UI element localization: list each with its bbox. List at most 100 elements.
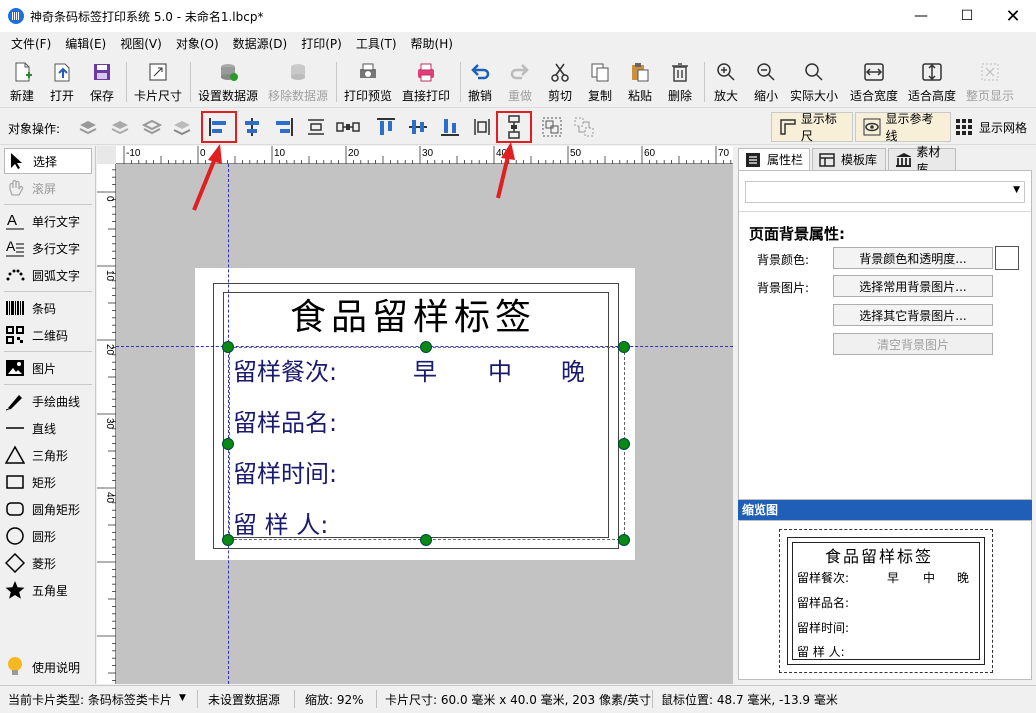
show-grid-toggle[interactable]: 显示网格	[955, 118, 1027, 136]
label-food-name-row[interactable]: 留样品名:	[233, 403, 337, 438]
bg-color-swatch[interactable]	[995, 246, 1019, 270]
database-remove-icon	[286, 60, 310, 84]
tool-circle[interactable]: 圆形	[4, 523, 92, 549]
tool-star[interactable]: 五角星	[4, 577, 92, 603]
direct-print-button[interactable]: 直接打印	[402, 60, 450, 106]
full-page-button[interactable]: 整页显示	[966, 60, 1014, 106]
paste-button[interactable]: 粘贴	[628, 60, 652, 106]
minimize-button[interactable]: —	[898, 0, 944, 32]
card-type-dropdown-icon[interactable]: ▼	[179, 693, 186, 703]
tool-qrcode[interactable]: 二维码	[4, 322, 92, 348]
show-guides-toggle[interactable]: 显示参考线	[855, 112, 951, 143]
menu-object[interactable]: 对象(O)	[169, 32, 226, 56]
print-preview-button[interactable]: 打印预览	[344, 60, 392, 106]
resize-handle-top-left[interactable]	[222, 341, 234, 353]
bring-forward-icon[interactable]	[108, 115, 132, 139]
bg-common-image-button[interactable]: 选择常用背景图片...	[833, 275, 993, 297]
align-middle-icon[interactable]	[406, 115, 430, 139]
resize-handle-bottom-left[interactable]	[222, 534, 234, 546]
tool-triangle[interactable]: 三角形	[4, 442, 92, 468]
design-canvas[interactable]: 食品留样标签 留样餐次: 早 中 晚 留样品名: 留样时间: 留 样 人:	[116, 164, 733, 684]
scissors-icon	[548, 60, 572, 84]
tool-select[interactable]: 选择	[4, 148, 92, 174]
label-person-row[interactable]: 留 样 人:	[233, 505, 328, 540]
resize-handle-bottom-right[interactable]	[618, 534, 630, 546]
menu-datasource[interactable]: 数据源(D)	[226, 32, 295, 56]
set-datasource-button[interactable]: 设置数据源	[198, 60, 258, 106]
menu-help[interactable]: 帮助(H)	[404, 32, 460, 56]
tool-round-rect[interactable]: 圆角矩形	[4, 496, 92, 522]
properties-pane: ▼ 页面背景属性: 背景颜色: 背景颜色和透明度... 背景图片: 选择常用背景…	[738, 170, 1032, 500]
app-icon	[8, 8, 24, 24]
menu-edit[interactable]: 编辑(E)	[58, 32, 113, 56]
label-meal-breakfast[interactable]: 早	[413, 352, 437, 387]
ruler-icon	[780, 119, 796, 135]
delete-button[interactable]: 删除	[668, 60, 692, 106]
resize-handle-bottom[interactable]	[420, 534, 432, 546]
send-backward-icon[interactable]	[140, 115, 164, 139]
align-bottom-icon[interactable]	[438, 115, 462, 139]
tool-line[interactable]: 直线	[4, 415, 92, 441]
card-size-button[interactable]: 卡片尺寸	[134, 60, 182, 106]
align-top-icon[interactable]	[374, 115, 398, 139]
resize-handle-top[interactable]	[420, 341, 432, 353]
same-spacing-icon[interactable]	[336, 115, 360, 139]
vertical-guide-line[interactable]	[228, 164, 229, 684]
menu-file[interactable]: 文件(F)	[4, 32, 58, 56]
label-title[interactable]: 食品留样标签	[290, 288, 536, 340]
align-right-icon[interactable]	[272, 115, 296, 139]
show-ruler-toggle[interactable]: 显示标尺	[771, 112, 853, 143]
tab-templates[interactable]: 模板库	[812, 148, 886, 170]
open-button[interactable]: 打开	[50, 60, 74, 106]
distribute-horizontal-icon[interactable]	[304, 115, 328, 139]
new-button[interactable]: 新建	[10, 60, 34, 106]
label-meal-lunch[interactable]: 中	[488, 352, 512, 387]
group-icon[interactable]	[540, 115, 564, 139]
fit-height-icon	[920, 60, 944, 84]
bg-color-button[interactable]: 背景颜色和透明度...	[833, 247, 993, 269]
label-meal-dinner[interactable]: 晚	[561, 352, 585, 387]
bg-clear-image-button[interactable]: 清空背景图片	[833, 333, 993, 355]
menu-print[interactable]: 打印(P)	[294, 32, 349, 56]
bg-image-label: 背景图片:	[757, 281, 810, 295]
tool-scroll[interactable]: 滚屏	[4, 175, 92, 201]
ungroup-icon[interactable]	[572, 115, 596, 139]
tool-rectangle[interactable]: 矩形	[4, 469, 92, 495]
fit-height-button[interactable]: 适合高度	[908, 60, 956, 106]
redo-button[interactable]: 重做	[508, 60, 532, 106]
bring-front-icon[interactable]	[76, 115, 100, 139]
bg-other-image-button[interactable]: 选择其它背景图片...	[833, 304, 993, 326]
tool-freehand[interactable]: 手绘曲线	[4, 388, 92, 414]
menu-view[interactable]: 视图(V)	[113, 32, 169, 56]
tool-arc-text[interactable]: 圆弧文字	[4, 262, 92, 288]
tool-help[interactable]: 使用说明	[4, 654, 92, 680]
tool-diamond[interactable]: 菱形	[4, 550, 92, 576]
fit-width-button[interactable]: 适合宽度	[850, 60, 898, 106]
object-selector[interactable]: ▼	[745, 181, 1025, 203]
h-ruler-label: 70	[718, 148, 730, 159]
zoom-out-button[interactable]: 缩小	[754, 60, 778, 106]
tool-barcode[interactable]: 条码	[4, 295, 92, 321]
resize-handle-top-right[interactable]	[618, 341, 630, 353]
tool-single-text[interactable]: A 单行文字	[4, 208, 92, 234]
maximize-button[interactable]: ☐	[944, 0, 990, 32]
h-ruler-label: -10	[126, 148, 141, 159]
resize-handle-left[interactable]	[222, 438, 234, 450]
undo-button[interactable]: 撤销	[468, 60, 492, 106]
menu-tools[interactable]: 工具(T)	[349, 32, 404, 56]
status-card-type[interactable]: 当前卡片类型: 条码标签类卡片	[8, 691, 172, 708]
label-time-row[interactable]: 留样时间:	[233, 454, 337, 489]
actual-size-button[interactable]: 实际大小	[790, 60, 838, 106]
copy-button[interactable]: 复制	[588, 60, 612, 106]
tool-image[interactable]: 图片	[4, 355, 92, 381]
label-meal-row[interactable]: 留样餐次:	[233, 352, 337, 387]
tool-multi-text[interactable]: A 多行文字	[4, 235, 92, 261]
tab-assets[interactable]: 素材库	[888, 145, 956, 176]
resize-handle-right[interactable]	[618, 438, 630, 450]
close-button[interactable]: ✕	[990, 0, 1036, 32]
remove-datasource-button[interactable]: 移除数据源	[268, 60, 328, 106]
tab-properties[interactable]: 属性栏	[738, 148, 810, 170]
zoom-in-button[interactable]: 放大	[714, 60, 738, 106]
save-button[interactable]: 保存	[90, 60, 114, 106]
cut-button[interactable]: 剪切	[548, 60, 572, 106]
